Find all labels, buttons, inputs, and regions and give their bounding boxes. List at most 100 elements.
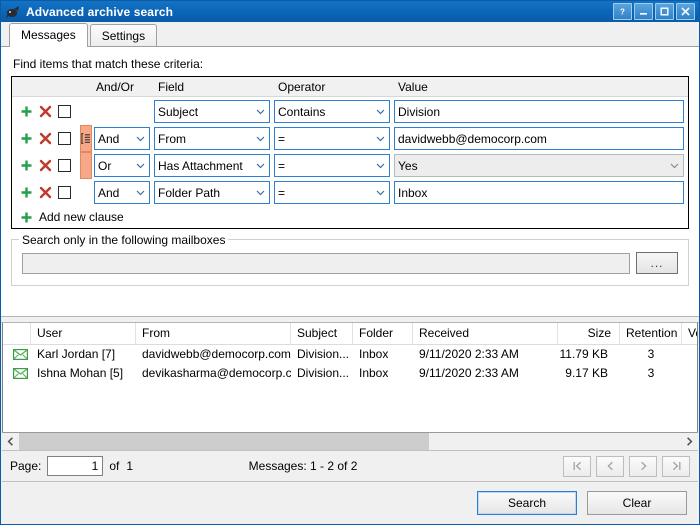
mailboxes-input[interactable]: [22, 253, 630, 274]
chevron-down-icon: [372, 190, 389, 196]
scroll-right-icon[interactable]: [681, 433, 698, 450]
column-header-retention[interactable]: Retention: [620, 323, 682, 344]
scroll-left-icon[interactable]: [2, 433, 19, 450]
app-icon: [5, 4, 21, 20]
field-select[interactable]: From: [154, 127, 270, 150]
andor-select-value: Or: [98, 159, 132, 173]
row-group-cell[interactable]: [80, 125, 92, 152]
row-group-cell[interactable]: [80, 152, 92, 179]
andor-select-slot: Or: [92, 154, 154, 177]
column-header-user[interactable]: User: [31, 323, 136, 344]
first-page-button[interactable]: [563, 456, 591, 477]
table-row[interactable]: Karl Jordan [7] davidwebb@democorp.com D…: [3, 345, 697, 364]
cell-retention: 3: [620, 364, 682, 383]
add-row-icon[interactable]: [20, 159, 33, 172]
results-header: User From Subject Folder Received Size R…: [3, 323, 697, 345]
operator-select-value: =: [278, 132, 372, 146]
value-input[interactable]: Inbox: [394, 181, 684, 204]
search-button[interactable]: Search: [477, 491, 577, 515]
add-row-icon[interactable]: [20, 132, 33, 145]
advanced-archive-search-window: Advanced archive search ? Messages Setti…: [0, 0, 700, 525]
delete-row-icon[interactable]: [39, 105, 52, 118]
maximize-button[interactable]: [655, 3, 674, 20]
add-row-icon[interactable]: [20, 105, 33, 118]
delete-row-icon[interactable]: [39, 132, 52, 145]
envelope-icon: [3, 364, 31, 383]
page-input[interactable]: 1: [47, 456, 103, 476]
minimize-button[interactable]: [634, 3, 653, 20]
row-checkbox[interactable]: [58, 105, 71, 118]
close-button[interactable]: [676, 3, 695, 20]
help-button[interactable]: ?: [613, 3, 632, 20]
svg-text:?: ?: [620, 8, 625, 17]
operator-select[interactable]: =: [274, 181, 390, 204]
andor-select[interactable]: And: [94, 127, 150, 150]
group-bracket-bar[interactable]: [80, 152, 92, 179]
operator-select[interactable]: =: [274, 127, 390, 150]
column-header-icon[interactable]: [3, 323, 31, 344]
scrollbar-track[interactable]: [19, 433, 681, 450]
column-header-received[interactable]: Received: [413, 323, 558, 344]
operator-select-slot: =: [274, 181, 394, 204]
clear-button[interactable]: Clear: [587, 491, 687, 515]
column-header-folder[interactable]: Folder: [353, 323, 413, 344]
delete-row-icon[interactable]: [39, 159, 52, 172]
header-field: Field: [154, 80, 274, 94]
field-select-slot: Subject: [154, 100, 274, 123]
column-header-version[interactable]: Ver: [682, 323, 698, 344]
add-new-clause-button[interactable]: Add new clause: [12, 206, 688, 228]
tab-messages-label: Messages: [21, 28, 76, 42]
criteria-rows: Subject Contains: [12, 97, 688, 228]
panel-splitter[interactable]: [1, 316, 699, 323]
next-page-button[interactable]: [629, 456, 657, 477]
of-label: of: [109, 459, 119, 473]
value-input[interactable]: davidwebb@democorp.com: [394, 127, 684, 150]
value-input-slot: Division: [394, 100, 688, 123]
add-new-clause-label: Add new clause: [39, 210, 124, 224]
operator-select[interactable]: =: [274, 154, 390, 177]
field-select-value: Has Attachment: [158, 159, 252, 173]
scrollbar-thumb[interactable]: [19, 433, 429, 450]
andor-select-slot: And: [92, 181, 154, 204]
chevron-down-icon: [252, 163, 269, 169]
operator-select[interactable]: Contains: [274, 100, 390, 123]
prev-page-button[interactable]: [596, 456, 624, 477]
column-header-from[interactable]: From: [136, 323, 291, 344]
row-checkbox[interactable]: [58, 132, 71, 145]
add-clause-icon: [20, 211, 33, 224]
last-page-button[interactable]: [662, 456, 690, 477]
field-select-value: Folder Path: [158, 186, 252, 200]
column-header-subject[interactable]: Subject: [291, 323, 353, 344]
criteria-row: And Folder Path: [12, 179, 688, 206]
row-checkbox[interactable]: [58, 159, 71, 172]
field-select[interactable]: Has Attachment: [154, 154, 270, 177]
andor-select-value: And: [98, 186, 132, 200]
criteria-instruction: Find items that match these criteria:: [13, 57, 689, 71]
field-select[interactable]: Folder Path: [154, 181, 270, 204]
delete-row-icon[interactable]: [39, 186, 52, 199]
add-row-icon[interactable]: [20, 186, 33, 199]
field-select[interactable]: Subject: [154, 100, 270, 123]
column-header-size[interactable]: Size: [558, 323, 620, 344]
mailboxes-browse-button[interactable]: ...: [636, 252, 678, 274]
cell-version: [682, 364, 698, 383]
row-group-cell: [80, 179, 92, 206]
results-horizontal-scrollbar[interactable]: [2, 432, 698, 450]
value-input[interactable]: Division: [394, 100, 684, 123]
operator-select-slot: =: [274, 127, 394, 150]
row-checkbox[interactable]: [58, 186, 71, 199]
table-row[interactable]: Ishna Mohan [5] devikasharma@democorp.co…: [3, 364, 697, 383]
operator-select-value: =: [278, 186, 372, 200]
tab-settings[interactable]: Settings: [90, 24, 157, 46]
cell-retention: 3: [620, 345, 682, 364]
tab-messages[interactable]: Messages: [9, 23, 88, 47]
group-bracket-icon[interactable]: [80, 125, 92, 152]
criteria-grid-header: And/Or Field Operator Value: [12, 77, 688, 97]
row-actions: [12, 105, 80, 118]
value-select[interactable]: Yes: [394, 154, 684, 177]
value-input-slot: davidwebb@democorp.com: [394, 127, 688, 150]
andor-select[interactable]: Or: [94, 154, 150, 177]
total-pages-label: 1: [126, 459, 133, 473]
mailboxes-row: ...: [22, 252, 678, 274]
andor-select[interactable]: And: [94, 181, 150, 204]
